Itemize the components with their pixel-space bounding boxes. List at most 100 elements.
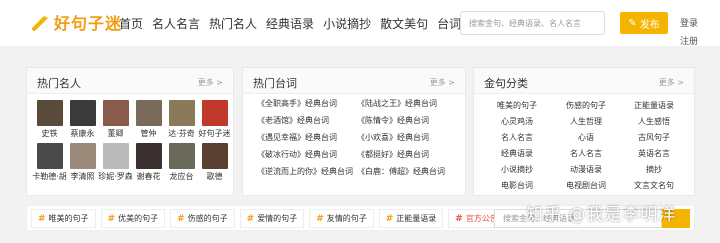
person-name: 好句子迷 xyxy=(198,129,231,138)
more-link[interactable]: 更多 > xyxy=(659,77,684,88)
person-name: 管仲 xyxy=(140,129,157,138)
person-item[interactable]: 好句子迷 xyxy=(198,100,231,139)
person-item[interactable]: 管仲 xyxy=(132,100,165,139)
tag-item[interactable]: # 正能量语录 xyxy=(378,209,444,228)
nav-item[interactable]: 散文美句 xyxy=(380,15,428,32)
nav-item[interactable]: 名人名言 xyxy=(152,15,200,32)
tag-label: 伤感的句子 xyxy=(187,214,228,223)
tag-label: 友情的句子 xyxy=(326,214,367,223)
avatar xyxy=(69,143,96,169)
person-item[interactable]: 谢春花 xyxy=(132,143,165,182)
tag-item[interactable]: # 唯美的句子 xyxy=(31,209,96,228)
site-logo[interactable]: 好句子迷 xyxy=(30,10,122,34)
category-link[interactable]: 电影台词 xyxy=(482,180,552,193)
nav-item[interactable]: 经典语录 xyxy=(266,15,314,32)
publish-label: 发布 xyxy=(639,19,660,31)
person-item[interactable]: 蔡康永 xyxy=(66,100,99,139)
panel-header: 金句分类 更多 > xyxy=(474,68,694,94)
category-link[interactable]: 人生感悟 xyxy=(620,116,688,129)
category-link[interactable]: 动漫语录 xyxy=(552,164,620,177)
person-name: 达·芬奇 xyxy=(168,129,195,138)
login-link[interactable]: 登录 xyxy=(680,16,698,29)
tag-item[interactable]: # 友情的句子 xyxy=(309,209,374,228)
person-name: 李清照 xyxy=(70,172,95,181)
person-item[interactable]: 史铁 xyxy=(33,100,66,139)
more-link[interactable]: 更多 > xyxy=(198,77,223,88)
category-link[interactable]: 唯美的句子 xyxy=(482,100,552,113)
category-link[interactable]: 人生哲理 xyxy=(552,116,620,129)
more-link[interactable]: 更多 > xyxy=(430,77,455,88)
publish-button[interactable]: ✎ 发布 xyxy=(620,12,668,34)
nav-item[interactable]: 首页 xyxy=(119,15,143,32)
avatar xyxy=(69,100,96,126)
line-link[interactable]: 《陈情令》经典台词 xyxy=(357,115,457,128)
person-item[interactable]: 珍妮·罗森 xyxy=(98,143,133,182)
category-link[interactable]: 古风句子 xyxy=(620,132,688,145)
person-name: 史铁 xyxy=(41,129,58,138)
hash-icon: # xyxy=(246,213,255,224)
panel-title: 热门台词 xyxy=(253,77,297,90)
category-link[interactable]: 正能量语录 xyxy=(620,100,688,113)
lines-grid: 《全职高手》经典台词 《陆战之王》经典台词 《老酒馆》经典台词 《陈情令》经典台词 《遇… xyxy=(257,98,457,179)
nav-item[interactable]: 台词 xyxy=(437,15,461,32)
tag-list: # 唯美的句子 # 优美的句子 # 伤感的句子 # 爱情的句子 # 友情的句子 # 正能量语录 # 官方公… xyxy=(31,209,510,228)
panel-header: 热门台词 更多 > xyxy=(243,68,465,94)
line-link[interactable]: 《破冰行动》经典台词 xyxy=(257,149,357,162)
panel-hot-people: 热门名人 更多 > 史铁 蔡康永 董卿 管仲 达·芬奇 好句子迷卡勒德·胡 李清照 珍妮·罗森… xyxy=(26,67,234,196)
watermark: 知乎 @我是李明洋 xyxy=(526,205,677,225)
tag-item[interactable]: # 伤感的句子 xyxy=(170,209,235,228)
category-link[interactable]: 电视剧台词 xyxy=(552,180,620,193)
person-item[interactable]: 达·芬奇 xyxy=(165,100,198,139)
person-name: 董卿 xyxy=(107,129,124,138)
line-link[interactable]: 《逆流而上的你》经典台词 xyxy=(257,166,357,179)
person-name: 龙应台 xyxy=(169,172,194,181)
panel-title: 金句分类 xyxy=(484,77,528,90)
tag-item[interactable]: # 爱情的句子 xyxy=(239,209,305,228)
person-item[interactable]: 李清照 xyxy=(66,143,99,182)
avatar xyxy=(168,100,195,126)
person-item[interactable]: 董卿 xyxy=(99,100,132,139)
register-link[interactable]: 注册 xyxy=(680,34,698,47)
panel-hot-lines: 热门台词 更多 > 《全职高手》经典台词 《陆战之王》经典台词 《老酒馆》经典台词《… xyxy=(242,67,466,196)
category-link[interactable]: 名人名言 xyxy=(482,132,552,145)
panel-categories: 金句分类 更多 > 唯美的句子 伤感的句子 正能量语录心灵鸡汤 人生哲理 人生感悟名人名… xyxy=(473,67,695,196)
person-name: 蔡康永 xyxy=(70,129,95,138)
category-link[interactable]: 小说摘抄 xyxy=(482,164,552,177)
top-bar: 好句子迷 首页 名人名言 热门名人 经典语录 小说摘抄 散文美句 台词 搜索金句、经典语录、… xyxy=(0,0,720,47)
line-link[interactable]: 《老酒馆》经典台词 xyxy=(257,115,357,128)
category-link[interactable]: 经典语录 xyxy=(482,148,552,161)
person-item[interactable]: 龙应台 xyxy=(165,143,198,182)
category-link[interactable]: 英语名言 xyxy=(620,148,688,161)
person-name: 珍妮·罗森 xyxy=(98,172,133,181)
category-link[interactable]: 心语 xyxy=(552,132,620,145)
nav-item[interactable]: 热门名人 xyxy=(209,15,257,32)
person-name: 谢春花 xyxy=(136,172,161,181)
line-link[interactable]: 《都挺好》经典台词 xyxy=(357,149,457,162)
panel-header: 热门名人 更多 > xyxy=(27,68,233,94)
tag-label: 唯美的句子 xyxy=(48,214,89,223)
line-link[interactable]: 《全职高手》经典台词 xyxy=(257,98,357,111)
nav-item[interactable]: 小说摘抄 xyxy=(323,15,371,32)
pen-icon: ✎ xyxy=(628,17,637,29)
people-grid: 史铁 蔡康永 董卿 管仲 达·芬奇 好句子迷卡勒德·胡 李清照 珍妮·罗森 谢春花 龙应台 歌德 xyxy=(32,100,233,182)
avatar xyxy=(201,100,228,126)
tag-item[interactable]: # 优美的句子 xyxy=(100,209,166,228)
line-link[interactable]: 《陆战之王》经典台词 xyxy=(357,98,457,111)
category-link[interactable]: 名人名言 xyxy=(552,148,620,161)
category-link[interactable]: 文言文名句 xyxy=(620,180,688,193)
line-link[interactable]: 《小欢喜》经典台词 xyxy=(357,132,457,145)
line-link[interactable]: 《遇见幸福》经典台词 xyxy=(257,132,357,145)
logo-text: 好句子迷 xyxy=(54,14,123,33)
search-input[interactable]: 搜索金句、经典语录、名人名言 xyxy=(460,11,605,35)
category-link[interactable]: 伤感的句子 xyxy=(552,100,620,113)
hash-icon: # xyxy=(316,213,324,224)
person-item[interactable]: 歌德 xyxy=(198,143,231,182)
hash-icon: # xyxy=(38,213,46,224)
category-link[interactable]: 摘抄 xyxy=(620,164,688,177)
person-item[interactable]: 卡勒德·胡 xyxy=(32,143,67,182)
line-link[interactable]: 《白鹿：傅超》经典台词 xyxy=(357,166,457,179)
avatar xyxy=(201,143,228,169)
category-link[interactable]: 心灵鸡汤 xyxy=(482,116,552,129)
hash-icon: # xyxy=(385,213,394,224)
main-nav: 首页 名人名言 热门名人 经典语录 小说摘抄 散文美句 台词 xyxy=(119,15,470,32)
